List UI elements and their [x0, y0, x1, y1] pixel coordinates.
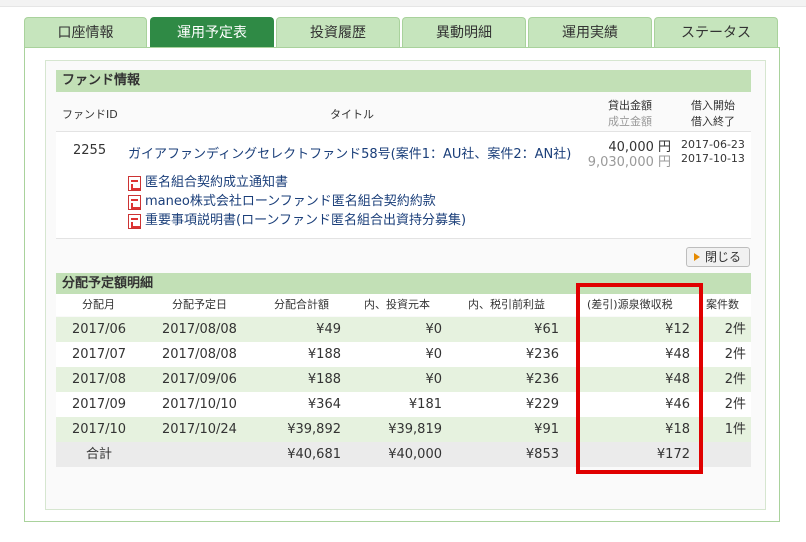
cell-principal: ¥40,000 — [388, 447, 442, 462]
cell-profit: ¥229 — [525, 397, 559, 412]
end-date: 2017-10-13 — [681, 152, 745, 165]
col-count: 案件数 — [706, 298, 739, 311]
cell-profit: ¥61 — [534, 322, 559, 337]
cell-profit: ¥236 — [525, 372, 559, 387]
tab-bar: 口座情報 運用予定表 投資履歴 異動明細 運用実績 ステータス — [24, 17, 780, 47]
col-pretax-profit: 内、税引前利益 — [468, 298, 545, 311]
cell-date: 2017/08/08 — [162, 322, 237, 337]
fund-row: 2255 ガイアファンディングセレクトファンド58号(案件1：AU社、案件2：A… — [56, 131, 751, 173]
start-date: 2017-06-23 — [681, 138, 745, 151]
col-start-date: 借入開始 — [691, 99, 735, 112]
document-label: maneo株式会社ローンファンド匿名組合契約約款 — [145, 194, 436, 209]
cell-total: ¥39,892 — [287, 422, 341, 437]
cell-profit: ¥91 — [534, 422, 559, 437]
cell-profit: ¥853 — [525, 447, 559, 462]
cell-principal: ¥39,819 — [388, 422, 442, 437]
fund-title-link[interactable]: ガイアファンディングセレクトファンド58号(案件1：AU社、案件2：AN社) — [128, 143, 571, 162]
cell-total: ¥188 — [307, 347, 341, 362]
cell-total: ¥188 — [307, 372, 341, 387]
tab-investment-history[interactable]: 投資履歴 — [276, 17, 400, 47]
close-button-label: 閉じる — [705, 250, 742, 264]
cell-principal: ¥0 — [425, 347, 442, 362]
top-bar — [0, 0, 806, 7]
cell-date: 2017/09/06 — [162, 372, 237, 387]
col-loan-amount: 貸出金額 — [608, 99, 652, 112]
col-scheduled-date: 分配予定日 — [172, 298, 227, 311]
withholding-tax-highlight — [576, 283, 703, 474]
cell-count: 1件 — [724, 422, 746, 437]
pdf-icon — [128, 214, 141, 229]
document-label: 匿名組合契約成立通知書 — [145, 175, 289, 190]
fund-id: 2255 — [73, 143, 107, 158]
cell-month: 2017/08 — [72, 372, 127, 387]
cell-date: 2017/08/08 — [162, 347, 237, 362]
cell-total: ¥49 — [316, 322, 341, 337]
cell-count: 2件 — [724, 397, 746, 412]
cell-count: 2件 — [724, 322, 746, 337]
col-established-amount: 成立金額 — [608, 115, 652, 128]
cell-total: ¥40,681 — [287, 447, 341, 462]
tab-account-info[interactable]: 口座情報 — [24, 17, 147, 47]
cell-date: 2017/10/24 — [162, 422, 237, 437]
pdf-icon — [128, 176, 141, 191]
tab-performance[interactable]: 運用実績 — [528, 17, 652, 47]
col-month: 分配月 — [82, 298, 115, 311]
close-button[interactable]: 閉じる — [686, 247, 750, 267]
col-title: タイトル — [330, 108, 374, 121]
cell-count: 2件 — [724, 372, 746, 387]
cell-month: 2017/06 — [72, 322, 127, 337]
cell-total-label: 合計 — [86, 447, 113, 462]
col-total: 分配合計額 — [274, 298, 329, 311]
cell-month: 2017/10 — [72, 422, 127, 437]
pdf-icon — [128, 195, 141, 210]
cell-principal: ¥181 — [408, 397, 442, 412]
cell-month: 2017/07 — [72, 347, 127, 362]
cell-principal: ¥0 — [425, 372, 442, 387]
cell-profit: ¥236 — [525, 347, 559, 362]
cell-count: 2件 — [724, 347, 746, 362]
col-principal: 内、投資元本 — [364, 298, 430, 311]
cell-month: 2017/09 — [72, 397, 127, 412]
col-fund-id: ファンドID — [62, 108, 118, 121]
tab-schedule[interactable]: 運用予定表 — [150, 17, 274, 47]
tab-change-details[interactable]: 異動明細 — [402, 17, 526, 47]
cell-total: ¥364 — [307, 397, 341, 412]
cell-principal: ¥0 — [425, 322, 442, 337]
fund-info-header: ファンド情報 — [56, 70, 751, 92]
tab-status[interactable]: ステータス — [654, 17, 778, 47]
established-amount: 9,030,000 円 — [587, 155, 671, 170]
play-arrow-icon — [694, 253, 700, 261]
document-label: 重要事項説明書(ローンファンド匿名組合出資持分募集) — [145, 213, 467, 228]
col-end-date: 借入終了 — [691, 115, 735, 128]
cell-date: 2017/10/10 — [162, 397, 237, 412]
document-list: 匿名組合契約成立通知書 maneo株式会社ローンファンド匿名組合契約約款 重要事… — [56, 172, 751, 239]
